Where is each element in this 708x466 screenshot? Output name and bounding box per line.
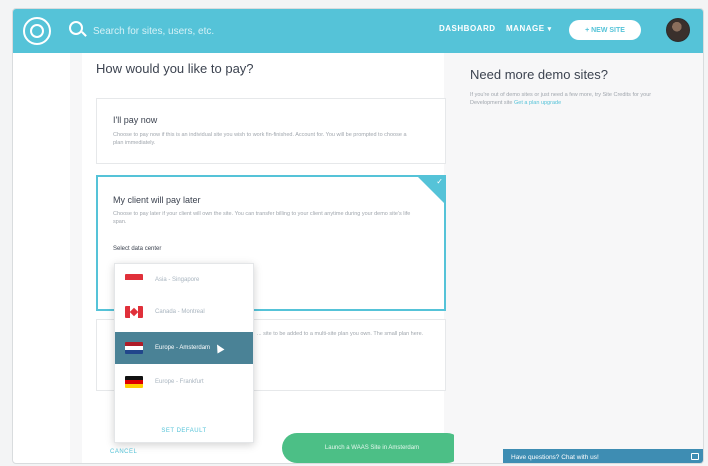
mouse-cursor-icon — [213, 342, 225, 354]
option-description: Choose to pay now if this is an individu… — [113, 132, 407, 146]
checkmark-icon: ✓ — [436, 177, 443, 186]
launch-site-button[interactable]: Launch a WAAS Site in Amsterdam — [282, 433, 462, 463]
set-default-link[interactable]: SET DEFAULT — [115, 428, 253, 434]
datacenter-option-label: Europe - Amsterdam — [155, 345, 211, 351]
option-title: I'll pay now — [113, 115, 158, 125]
cancel-link[interactable]: CANCEL — [110, 449, 137, 455]
nav-dashboard-link[interactable]: DASHBOARD — [439, 24, 496, 33]
page-title: How would you like to pay? — [96, 61, 254, 76]
plan-upgrade-link[interactable]: Get a plan upgrade — [514, 100, 561, 106]
app-window: DASHBOARD MANAGE▾ + NEW SITE How would y… — [12, 8, 704, 464]
chevron-down-icon: ▾ — [547, 26, 552, 33]
option-description: Choose to pay later if your client will … — [113, 211, 411, 225]
datacenter-option-label: Canada - Montreal — [155, 309, 205, 315]
search-input[interactable] — [93, 22, 293, 40]
singapore-flag-icon — [125, 274, 143, 286]
datacenter-option-amsterdam[interactable]: Europe - Amsterdam — [115, 332, 253, 364]
datacenter-option-singapore[interactable]: Asia - Singapore — [115, 264, 253, 296]
avatar[interactable] — [666, 18, 690, 42]
datacenter-option-frankfurt[interactable]: Europe - Frankfurt — [115, 366, 253, 398]
datacenter-label: Select data center — [113, 246, 162, 252]
sidebar-title: Need more demo sites? — [470, 67, 609, 82]
top-navbar: DASHBOARD MANAGE▾ + NEW SITE — [13, 9, 703, 53]
sidebar: Need more demo sites? If you're out of d… — [454, 53, 703, 463]
main-panel: How would you like to pay? I'll pay now … — [70, 53, 462, 463]
datacenter-option-label: Asia - Singapore — [155, 277, 200, 283]
search-icon[interactable] — [69, 21, 83, 35]
datacenter-dropdown[interactable]: Asia - Singapore Canada - Montreal Europ… — [114, 263, 254, 443]
datacenter-option-label: Europe - Frankfurt — [155, 379, 204, 385]
chat-widget-bar[interactable]: Have questions? Chat with us! — [503, 449, 703, 463]
nav-manage-label: MANAGE — [506, 24, 545, 33]
nav-manage-menu[interactable]: MANAGE ▾ — [506, 24, 552, 33]
germany-flag-icon — [125, 376, 143, 388]
canada-flag-icon — [125, 306, 143, 318]
selected-corner-badge: ✓ — [416, 175, 446, 205]
chat-label: Have questions? Chat with us! — [511, 453, 599, 461]
logo-icon[interactable] — [23, 17, 51, 45]
option-title: My client will pay later — [113, 195, 201, 205]
sidebar-text: If you're out of demo sites or just need… — [470, 91, 680, 107]
option-description: ... site to be added to a multi-site pla… — [257, 331, 424, 337]
netherlands-flag-icon — [125, 342, 143, 354]
chat-expand-icon[interactable] — [691, 453, 699, 460]
datacenter-option-montreal[interactable]: Canada - Montreal — [115, 296, 253, 328]
new-site-button[interactable]: + NEW SITE — [569, 20, 641, 40]
option-pay-now[interactable]: I'll pay now Choose to pay now if this i… — [96, 98, 446, 164]
